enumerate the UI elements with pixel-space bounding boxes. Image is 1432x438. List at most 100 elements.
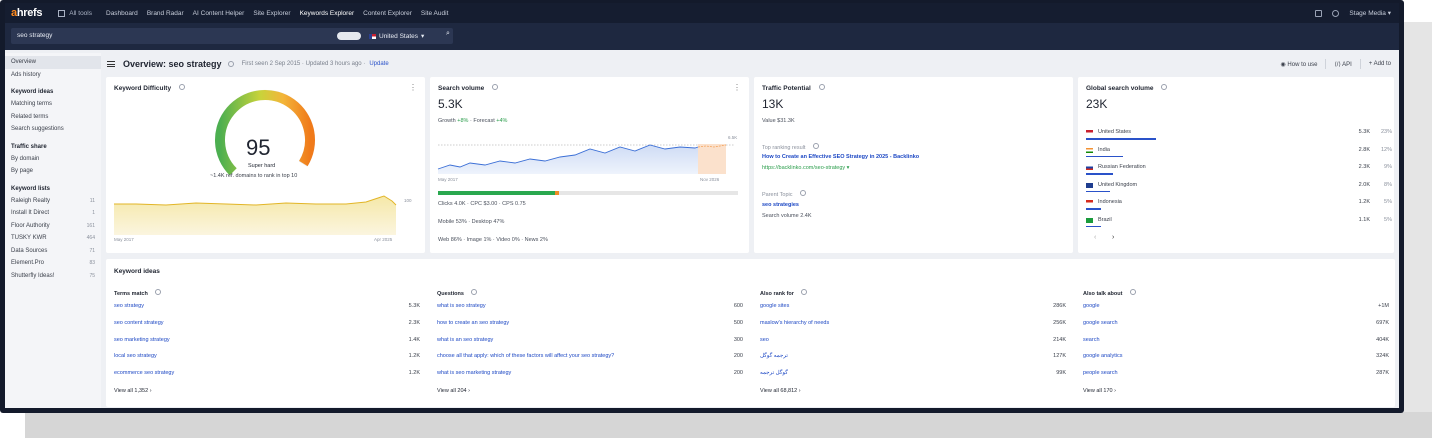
add-to-button[interactable]: + Add to	[1369, 61, 1391, 67]
keyword-link[interactable]: seo marketing strategy	[114, 337, 170, 354]
ahrefs-logo[interactable]: ahrefs	[11, 7, 43, 19]
sidebar-item[interactable]: Matching terms	[5, 98, 101, 111]
keyword-row: what is an seo strategy 300	[437, 337, 743, 354]
keyword-link[interactable]: seo	[760, 337, 769, 354]
country-share-bar	[1086, 225, 1102, 227]
keyword-link[interactable]: google sites	[760, 303, 789, 320]
keyword-link[interactable]: choose all that apply: which of these fa…	[437, 353, 614, 370]
sidebar-item[interactable]: Raleigh Realty 11	[5, 195, 101, 208]
country-row[interactable]: Brazil 1.1K 5%	[1086, 215, 1392, 232]
keyword-link[interactable]: seo strategy	[114, 303, 144, 320]
keyword-link[interactable]: search	[1083, 337, 1100, 354]
all-tools-button[interactable]: All tools	[58, 9, 92, 17]
keyword-link[interactable]: maslow's hierarchy of needs	[760, 320, 829, 337]
search-input[interactable]: seo strategy United States ▾ ⌕	[11, 28, 453, 44]
us-flag-icon	[369, 33, 376, 39]
keyword-link[interactable]: what is seo marketing strategy	[437, 370, 511, 387]
update-link[interactable]: Update	[369, 61, 388, 67]
kd-note: ~1.4K ref. domains to rank in top 10	[210, 173, 298, 179]
keyword-link[interactable]: google analytics	[1083, 353, 1122, 370]
sidebar-item[interactable]: By page	[5, 165, 101, 178]
nav-item[interactable]: Dashboard	[106, 10, 138, 17]
view-all-link[interactable]: View all 1,352 ›	[114, 388, 420, 394]
view-all-link[interactable]: View all 68,812 ›	[760, 388, 1066, 394]
top-result-title[interactable]: How to Create an Effective SEO Strategy …	[762, 154, 919, 160]
nav-item[interactable]: Keywords Explorer	[300, 10, 355, 17]
nav-item[interactable]: Brand Radar	[147, 10, 184, 17]
menu-icon[interactable]	[107, 61, 115, 67]
sidebar-item[interactable]: Floor Authority 161	[5, 220, 101, 233]
info-icon[interactable]	[818, 84, 825, 90]
clear-button[interactable]	[337, 32, 361, 40]
country-select[interactable]: United States ▾	[369, 32, 424, 40]
column-heading: Also talk about	[1083, 289, 1389, 303]
keyword-link[interactable]: local seo strategy	[114, 353, 157, 370]
help-icon[interactable]	[1332, 9, 1340, 17]
next-page-icon[interactable]: ›	[1112, 234, 1114, 241]
keyword-link[interactable]: how to create an seo strategy	[437, 320, 509, 337]
sidebar-item[interactable]: Install It Direct 1	[5, 207, 101, 220]
search-query[interactable]: seo strategy	[17, 32, 52, 39]
sidebar-item[interactable]: Shutterfly Ideas! 75	[5, 270, 101, 283]
clicks-line: Clicks 4.0K · CPC $3.00 · CPS 0.75	[438, 201, 526, 207]
parent-topic-link[interactable]: seo strategies	[762, 202, 799, 208]
country-row[interactable]: United States 5.3K 23%	[1086, 127, 1392, 144]
keyword-link[interactable]: seo content strategy	[114, 320, 164, 337]
sidebar-item[interactable]: Ads history	[5, 69, 101, 82]
keyword-link[interactable]: what is seo strategy	[437, 303, 486, 320]
sidebar-item[interactable]: Search suggestions	[5, 123, 101, 136]
nav-item[interactable]: AI Content Helper	[193, 10, 245, 17]
keyword-link[interactable]: google search	[1083, 320, 1118, 337]
keyword-link[interactable]: google	[1083, 303, 1100, 320]
country-row[interactable]: India 2.8K 12%	[1086, 145, 1392, 162]
prev-page-icon[interactable]: ‹	[1094, 234, 1096, 241]
info-icon[interactable]	[1129, 289, 1136, 295]
account-menu[interactable]: Stage Media ▾	[1349, 9, 1391, 17]
nav-item[interactable]: Site Explorer	[253, 10, 290, 17]
sidebar-item[interactable]: Element.Pro 83	[5, 257, 101, 270]
keyword-link[interactable]: people search	[1083, 370, 1118, 387]
country-volume: 1.1K	[1358, 216, 1370, 223]
info-icon[interactable]	[155, 289, 162, 295]
country-row[interactable]: United Kingdom 2.0K 8%	[1086, 180, 1392, 197]
keyword-row: google search 697K	[1083, 320, 1389, 337]
sidebar-item-label: TUSKY KWR	[11, 235, 47, 242]
keyword-volume: 1.2K	[408, 353, 420, 360]
search-button[interactable]: ⌕	[441, 30, 455, 42]
country-volume: 5.3K	[1358, 129, 1370, 135]
info-icon[interactable]	[800, 190, 807, 196]
keyword-link[interactable]: ترجمه گوگل	[760, 353, 788, 370]
keyword-volume: 300	[733, 336, 743, 343]
how-to-use-button[interactable]: ◉ How to use	[1281, 61, 1318, 68]
sidebar-item[interactable]: By domain	[5, 153, 101, 166]
search-icon: ⌕	[446, 30, 450, 37]
nav-item[interactable]: Content Explorer	[363, 10, 412, 17]
info-icon[interactable]	[1161, 84, 1168, 90]
sidebar-item[interactable]: TUSKY KWR 464	[5, 232, 101, 245]
country-row[interactable]: Russian Federation 2.3K 9%	[1086, 162, 1392, 179]
top-result-url[interactable]: https://backlinko.com/seo-strategy ▾	[762, 165, 849, 171]
keyword-volume: 127K	[1053, 353, 1066, 360]
info-icon[interactable]	[227, 61, 234, 67]
nav-item[interactable]: Site Audit	[421, 10, 448, 17]
api-button[interactable]: ⟨/⟩ API	[1334, 61, 1351, 68]
keyword-link[interactable]: ecommerce seo strategy	[114, 370, 174, 387]
view-all-link[interactable]: View all 170 ›	[1083, 388, 1389, 394]
country-row[interactable]: Indonesia 1.2K 5%	[1086, 197, 1392, 214]
view-all-link[interactable]: View all 204 ›	[437, 388, 743, 394]
country-volume: 1.2K	[1358, 199, 1370, 205]
keyword-link[interactable]: what is an seo strategy	[437, 337, 493, 354]
sidebar-item[interactable]: Data Sources 71	[5, 245, 101, 258]
info-icon[interactable]	[471, 289, 478, 295]
keyword-row: choose all that apply: which of these fa…	[437, 353, 743, 370]
keyword-link[interactable]: گوگل ترجمه	[760, 370, 788, 387]
page-meta: First seen 2 Sep 2015 · Updated 3 hours …	[241, 61, 389, 67]
info-icon[interactable]	[812, 143, 819, 149]
info-icon[interactable]	[801, 289, 808, 295]
sidebar-item[interactable]: Related terms	[5, 111, 101, 124]
traffic-potential-value: 13K	[762, 97, 784, 111]
sidebar-item[interactable]: Overview	[5, 56, 101, 69]
screen-icon[interactable]	[1315, 9, 1323, 17]
country-share-bar	[1086, 155, 1123, 157]
keyword-ideas-panel: Keyword ideas Terms match seo strategy 5.…	[106, 259, 1395, 407]
